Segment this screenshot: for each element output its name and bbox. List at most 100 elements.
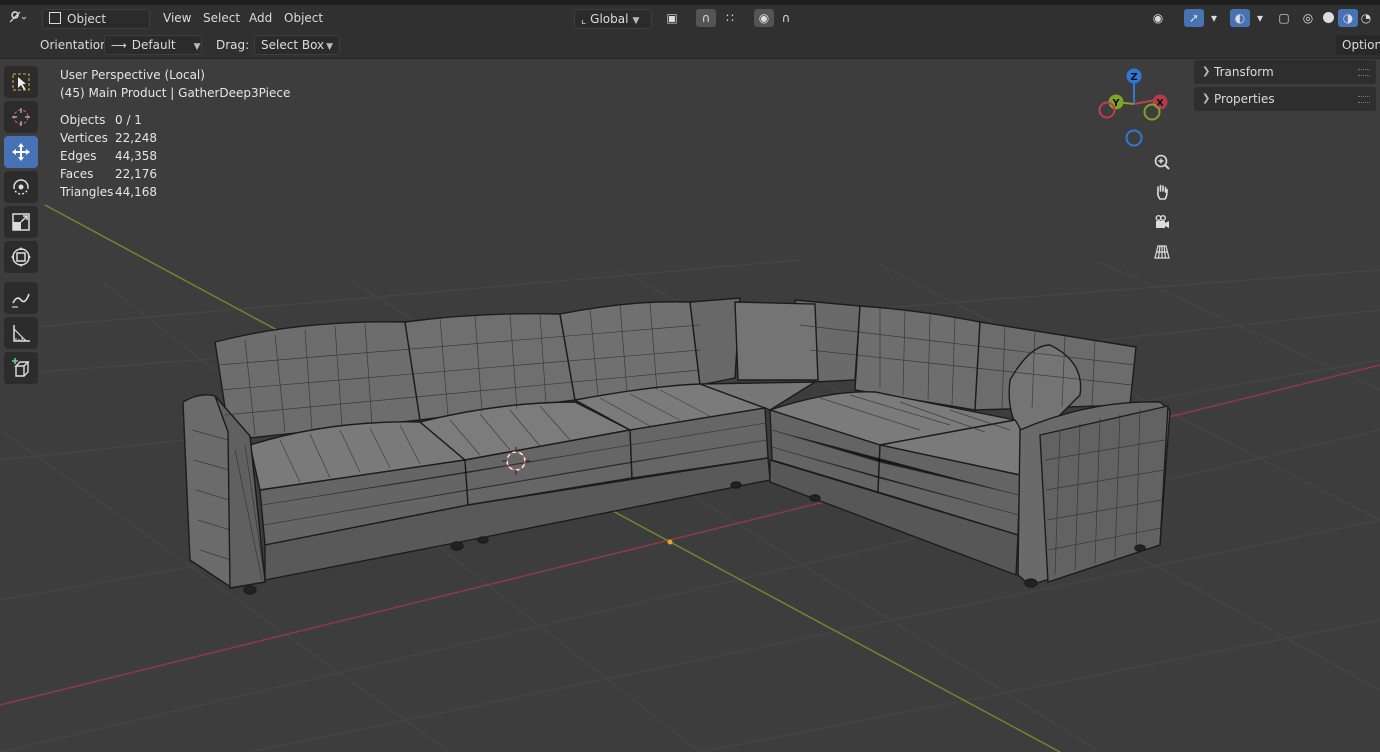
sectional-sofa-mesh[interactable] [182, 297, 1171, 595]
object-origin-dot [667, 539, 673, 545]
transform-tool[interactable] [4, 241, 38, 273]
transform-panel-header[interactable]: ❯ Transform [1194, 60, 1376, 84]
falloff-curve-icon[interactable]: ∩ [776, 9, 796, 27]
editor-type-icon[interactable] [8, 9, 28, 27]
annotate-tool[interactable] [4, 282, 38, 314]
gizmo-y-label: Y [1111, 98, 1120, 109]
zoom-icon [1154, 154, 1170, 170]
drag-grip-icon[interactable] [1358, 69, 1370, 76]
properties-panel-header[interactable]: ❯ Properties [1194, 87, 1376, 111]
menu-view[interactable]: View [163, 9, 191, 27]
rotate-icon [13, 179, 29, 195]
camera-icon [1155, 215, 1169, 228]
stat-row: Edges 44,358 [60, 147, 157, 165]
proportional-edit-icon[interactable]: ◉ [754, 9, 774, 27]
orientation-axes-icon: ⟶ [111, 39, 127, 52]
chevron-down-icon: ▼ [193, 42, 201, 52]
stat-label: Objects [60, 113, 106, 127]
camera-view-button[interactable] [1148, 208, 1176, 236]
panel-label: Properties [1214, 92, 1275, 106]
menu-add[interactable]: Add [249, 9, 272, 27]
cursor-tool[interactable] [4, 101, 38, 133]
pan-button[interactable] [1148, 178, 1176, 206]
tool-settings-bar: Orientation: ⟶ Default ▼ Drag: Select Box ▼ [0, 31, 1380, 59]
rotate-tool[interactable] [4, 171, 38, 203]
snap-target-icon[interactable]: ∷ [720, 9, 740, 27]
gizmo-z-label: Z [1130, 72, 1137, 83]
stat-row: Triangles 44,168 [60, 183, 157, 201]
wireframe-shading-icon[interactable]: ◎ [1298, 9, 1318, 27]
solid-shading-icon[interactable] [1318, 9, 1338, 27]
annotate-icon [12, 293, 30, 308]
zoom-button[interactable] [1148, 148, 1176, 176]
navigation-gizmo[interactable]: Z X Y [1094, 64, 1174, 148]
chevron-down-icon: ▼ [632, 16, 640, 26]
stat-label: Faces [60, 167, 94, 181]
pivot-point-icon[interactable]: ▣ [662, 9, 682, 27]
orientation-axes-icon: ⌞ [581, 13, 587, 26]
move-icon [12, 143, 30, 161]
stat-value: 44,168 [115, 185, 157, 199]
stat-label: Edges [60, 149, 97, 163]
xray-toggle-icon[interactable]: ▢ [1274, 9, 1294, 27]
orientation-value: Default [131, 38, 176, 52]
options-button[interactable]: Options [1336, 35, 1380, 55]
move-tool[interactable] [4, 136, 38, 168]
menu-object[interactable]: Object [284, 9, 323, 27]
menu-select[interactable]: Select [203, 9, 240, 27]
orientation-label: Global [590, 12, 629, 26]
gizmo-neg-y-axis[interactable] [1143, 103, 1161, 121]
stat-label: Triangles [60, 185, 114, 199]
chevron-down-icon[interactable]: ▾ [1250, 9, 1270, 27]
select-box-icon [12, 73, 30, 91]
perspective-toggle-button[interactable] [1148, 238, 1176, 266]
drag-dropdown[interactable]: Select Box ▼ [254, 35, 341, 55]
overlays-icon[interactable]: ◐ [1230, 9, 1250, 27]
orientation-label: Orientation: [40, 38, 112, 52]
transform-icon [11, 247, 31, 267]
measure-tool[interactable] [4, 317, 38, 349]
object-info: (45) Main Product | GatherDeep3Piece [60, 86, 291, 100]
object-mode-icon [49, 12, 61, 24]
stat-row: Faces 22,176 [60, 165, 157, 183]
tool-shelf [4, 66, 42, 387]
chevron-down-icon: ▼ [326, 42, 334, 52]
stat-row: Vertices 22,248 [60, 129, 157, 147]
add-cube-icon [12, 358, 30, 377]
chevron-right-icon: ❯ [1202, 66, 1211, 77]
scene-statistics: Objects 0 / 1 Vertices 22,248 Edges 44,358 … [60, 111, 157, 201]
gizmo-neg-z-axis[interactable] [1125, 129, 1143, 147]
stat-value: 44,358 [115, 149, 157, 163]
chevron-down-icon[interactable]: ▾ [1204, 9, 1224, 27]
stat-row: Objects 0 / 1 [60, 111, 157, 129]
drag-label: Drag: [216, 38, 250, 52]
cursor-icon [12, 108, 30, 126]
select-box-tool[interactable] [4, 66, 38, 98]
viewport-info: User Perspective (Local) (45) Main Produ… [60, 66, 290, 102]
gizmo-neg-x-axis[interactable] [1098, 101, 1116, 119]
scale-tool[interactable] [4, 206, 38, 238]
visibility-eye-icon[interactable]: ◉ [1148, 9, 1168, 27]
view-name: User Perspective (Local) [60, 68, 205, 82]
panel-label: Transform [1214, 65, 1274, 79]
show-gizmo-icon[interactable]: ➚ [1184, 9, 1204, 27]
pan-hand-icon [1156, 184, 1168, 200]
orientation-dropdown[interactable]: ⟶ Default ▼ [104, 35, 202, 55]
chevron-right-icon: ❯ [1202, 93, 1211, 104]
perspective-grid-icon [1154, 245, 1170, 259]
viewport-header: Object Mode▼ View Select Add Object ⌞Glo… [0, 5, 1380, 44]
drag-grip-icon[interactable] [1358, 96, 1370, 103]
scale-icon [12, 213, 30, 231]
measure-icon [13, 325, 30, 342]
transform-orientation-dropdown[interactable]: ⌞ Global ▼ [574, 9, 652, 29]
stat-label: Vertices [60, 131, 108, 145]
snap-magnet-icon[interactable]: ∩ [696, 9, 716, 27]
stat-value: 0 / 1 [115, 113, 142, 127]
stat-value: 22,176 [115, 167, 157, 181]
mode-selector[interactable]: Object Mode▼ [42, 9, 150, 44]
material-preview-shading-icon[interactable]: ◑ [1338, 9, 1358, 27]
drag-value: Select Box [261, 38, 325, 52]
stat-value: 22,248 [115, 131, 157, 145]
add-cube-tool[interactable] [4, 352, 38, 384]
rendered-shading-icon[interactable]: ◔ [1356, 9, 1376, 27]
